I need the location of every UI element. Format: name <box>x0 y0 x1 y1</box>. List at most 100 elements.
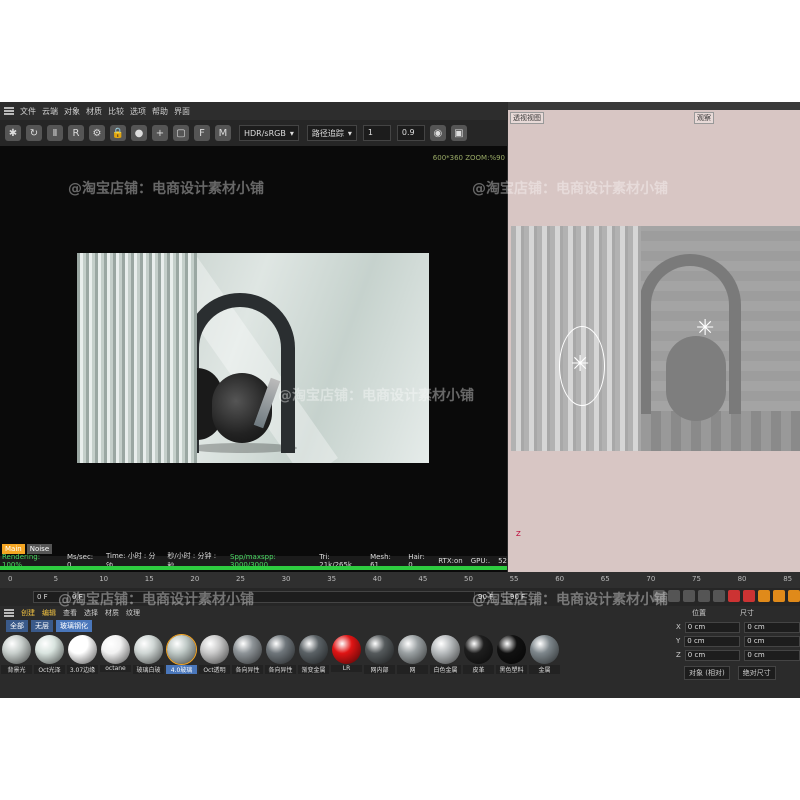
menu-help[interactable]: 帮助 <box>152 106 168 117</box>
send-scene-icon[interactable]: ✱ <box>5 125 21 141</box>
material-item[interactable]: 各向异性 <box>265 635 296 675</box>
material-ball-icon[interactable]: ● <box>131 125 147 141</box>
menu-interface[interactable]: 界面 <box>174 106 190 117</box>
material-item[interactable]: 各向异性 <box>232 635 263 675</box>
menu-file[interactable]: 文件 <box>20 106 36 117</box>
layer-tab-none[interactable]: 无层 <box>31 620 53 632</box>
pos-y-field[interactable]: 0 cm <box>684 635 741 647</box>
mm-menu-select[interactable]: 选择 <box>84 608 98 618</box>
menu-object[interactable]: 对象 <box>64 106 80 117</box>
camera-label[interactable]: 观察 <box>694 112 714 124</box>
menu-options[interactable]: 选项 <box>130 106 146 117</box>
size-y-field[interactable]: 0 cm <box>744 635 800 647</box>
render-progress-bar <box>0 566 507 570</box>
coord-mode-select[interactable]: 对象 (相对) <box>684 666 730 680</box>
watermark: @淘宝店铺：电商设计素材小铺 <box>472 181 668 197</box>
material-item[interactable]: 背景光 <box>1 635 32 675</box>
material-item[interactable]: octane <box>100 635 131 675</box>
pos-z-field[interactable]: 0 cm <box>684 649 741 661</box>
move-key-icon[interactable] <box>773 590 785 602</box>
material-preview-ball <box>431 635 460 664</box>
material-item[interactable]: 金属 <box>529 635 560 675</box>
kernel-mode-select[interactable]: 路径追踪 ▾ <box>306 125 357 141</box>
material-item[interactable]: 网内部 <box>364 635 395 675</box>
layer-tab-glass[interactable]: 玻璃钢化 <box>56 620 92 632</box>
add-icon[interactable]: + <box>152 125 168 141</box>
next-key-icon[interactable] <box>698 590 710 602</box>
render-status-bar: Rendering: 100% Ms/sec: 0 Time: 小时 : 分钟 … <box>0 552 507 570</box>
menu-cloud[interactable]: 云端 <box>42 106 58 117</box>
material-item[interactable]: 皮革 <box>463 635 494 675</box>
menu-icon[interactable] <box>4 107 14 115</box>
coord-axis-label: X <box>676 623 681 631</box>
material-preview-ball <box>530 635 559 664</box>
status-gpu: GPU:. <box>470 557 491 565</box>
timeline-tick: 75 <box>692 575 701 583</box>
play-icon[interactable] <box>683 590 695 602</box>
pause-icon[interactable]: Ⅱ <box>47 125 63 141</box>
menu-material[interactable]: 材质 <box>86 106 102 117</box>
gear-icon[interactable]: ⚙ <box>89 125 105 141</box>
light-star-icon[interactable]: ✳ <box>571 354 589 376</box>
material-item[interactable]: 白色金属 <box>430 635 461 675</box>
layer-tab-all[interactable]: 全部 <box>6 620 28 632</box>
material-item[interactable]: 黑色塑料 <box>496 635 527 675</box>
scene-headphone-cup <box>666 336 726 421</box>
timeline-ruler[interactable]: 0 5 10 15 20 25 30 35 40 45 50 55 60 65 70 75 80 85 <box>0 572 800 588</box>
pos-x-field[interactable]: 0 cm <box>684 621 741 633</box>
material-preview-ball <box>464 635 493 664</box>
go-end-icon[interactable] <box>713 590 725 602</box>
region-render-icon[interactable]: R <box>68 125 84 141</box>
material-item[interactable]: Oct光泽 <box>34 635 65 675</box>
material-preview-ball <box>299 635 328 664</box>
material-item[interactable]: 网 <box>397 635 428 675</box>
watermark: @淘宝店铺：电商设计素材小铺 <box>278 388 474 404</box>
color-space-select[interactable]: HDR/sRGB ▾ <box>239 125 299 141</box>
material-item[interactable]: LR <box>331 635 362 675</box>
scale-key-icon[interactable] <box>788 590 800 602</box>
absolute-size-select[interactable]: 绝对尺寸 <box>737 666 776 680</box>
timeline-tick: 20 <box>190 575 200 583</box>
coord-axis-label: Y <box>676 637 681 645</box>
material-label: 4.0玻璃 <box>166 665 197 674</box>
record-icon[interactable] <box>728 590 740 602</box>
menu-compare[interactable]: 比较 <box>108 106 124 117</box>
value-a-field[interactable]: 1 <box>362 125 391 141</box>
camera-icon[interactable]: ◉ <box>429 125 446 141</box>
live-viewer-menubar: 文件 云端 对象 材质 比较 选项 帮助 界面 <box>0 102 507 120</box>
size-z-field[interactable]: 0 cm <box>744 649 800 661</box>
material-item[interactable]: 3.07边缘 <box>67 635 98 675</box>
viewport-label[interactable]: 透视视图 <box>510 112 544 124</box>
mm-menu-material[interactable]: 材质 <box>105 608 119 618</box>
save-image-icon[interactable]: ▣ <box>450 125 467 141</box>
timeline-tick: 25 <box>236 575 245 583</box>
timeline-tick: 0 <box>8 575 13 583</box>
watermark: @淘宝店铺：电商设计素材小铺 <box>58 592 254 608</box>
mm-menu-view[interactable]: 查看 <box>63 608 77 618</box>
value-b-field[interactable]: 0.9 <box>396 125 425 141</box>
material-item[interactable]: Oct透明 <box>199 635 230 675</box>
menu-icon[interactable] <box>4 609 14 617</box>
key-options-icon[interactable] <box>758 590 770 602</box>
clay-icon[interactable]: ▢ <box>173 125 189 141</box>
size-x-field[interactable]: 0 cm <box>744 621 800 633</box>
axis-gizmo: Z <box>516 530 521 538</box>
auto-key-icon[interactable] <box>743 590 755 602</box>
focus-icon[interactable]: F <box>194 125 210 141</box>
mm-menu-edit[interactable]: 编辑 <box>42 608 56 618</box>
viewport-scene: ✳ ✳ <box>511 226 800 451</box>
timeline-tick: 45 <box>418 575 428 583</box>
restart-icon[interactable]: ↻ <box>26 125 42 141</box>
lock-icon[interactable]: 🔒 <box>110 125 126 141</box>
mm-menu-texture[interactable]: 纹理 <box>126 608 140 618</box>
material-item[interactable]: 4.0玻璃 <box>166 634 197 675</box>
material-pick-icon[interactable]: M <box>215 125 231 141</box>
material-label: 白色金属 <box>430 665 461 674</box>
mm-menu-create[interactable]: 创建 <box>21 608 35 618</box>
material-item[interactable]: 玻璃白玻 <box>133 635 164 675</box>
material-preview-ball <box>35 635 64 664</box>
material-item[interactable]: 渐变金属 <box>298 635 329 675</box>
timeline-tick: 70 <box>646 575 656 583</box>
light-star-icon[interactable]: ✳ <box>696 318 714 340</box>
prev-key-icon[interactable] <box>668 590 680 602</box>
